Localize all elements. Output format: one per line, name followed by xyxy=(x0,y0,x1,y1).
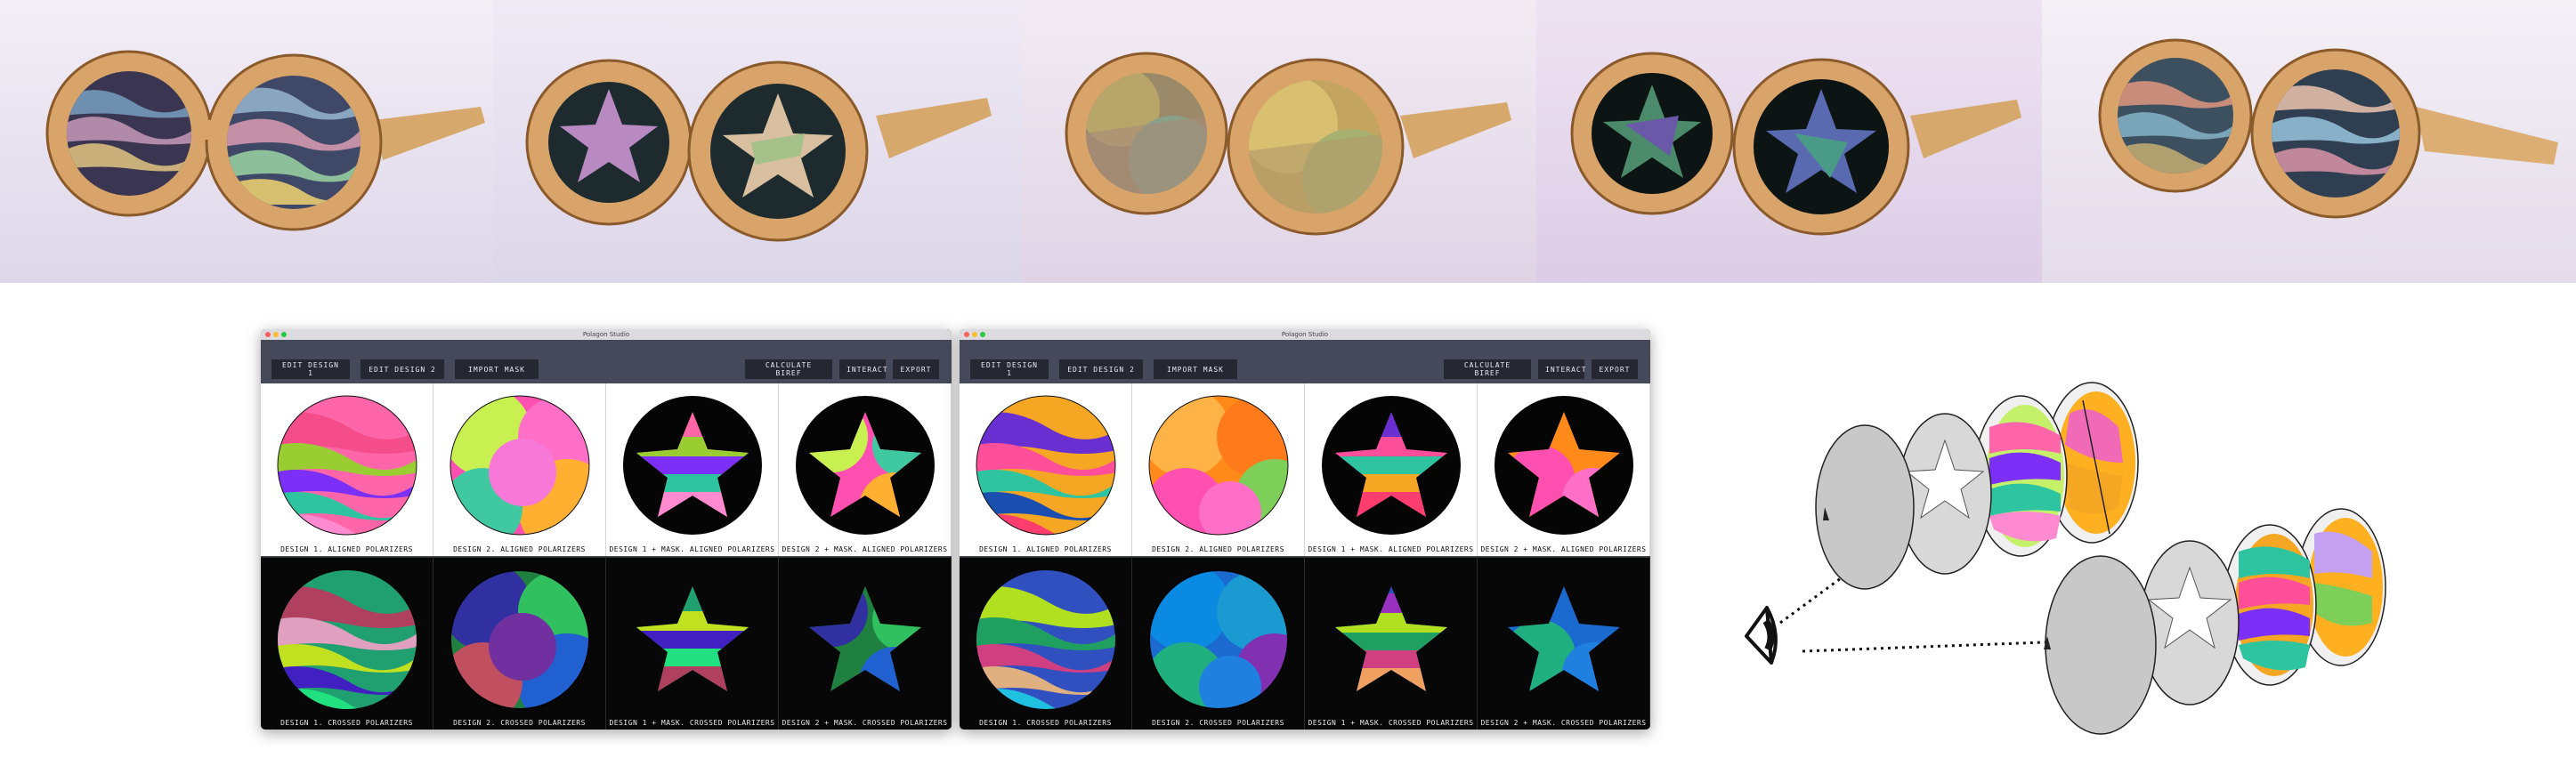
caption: DESIGN 1 + MASK. CROSSED POLARIZERS xyxy=(1308,719,1474,727)
preview-d2-mask-crossed[interactable]: DESIGN 2 + MASK. CROSSED POLARIZERS xyxy=(1478,557,1650,730)
preview-d1-crossed[interactable]: DESIGN 1. CROSSED POLARIZERS xyxy=(261,557,433,730)
preview-d2-crossed[interactable]: DESIGN 2. CROSSED POLARIZERS xyxy=(433,557,606,730)
caption: DESIGN 2 + MASK. ALIGNED POLARIZERS xyxy=(782,545,948,553)
calculate-biref-button[interactable]: CALCULATE BIREF xyxy=(745,359,832,379)
preview-d2-aligned[interactable]: DESIGN 2. ALIGNED POLARIZERS xyxy=(1132,383,1305,556)
preview-d2-mask-crossed[interactable]: DESIGN 2 + MASK. CROSSED POLARIZERS xyxy=(779,557,952,730)
title-bar: Polagon Studio xyxy=(960,329,1650,340)
caption: DESIGN 1 + MASK. CROSSED POLARIZERS xyxy=(609,719,775,727)
preview-d2-aligned[interactable]: DESIGN 2. ALIGNED POLARIZERS xyxy=(433,383,606,556)
preview-grid: DESIGN 1. ALIGNED POLARIZERS DESIGN 2. A… xyxy=(261,383,952,730)
caption: DESIGN 2 + MASK. ALIGNED POLARIZERS xyxy=(1480,545,1647,553)
preview-d2-mask-aligned[interactable]: DESIGN 2 + MASK. ALIGNED POLARIZERS xyxy=(779,383,952,556)
preview-grid: DESIGN 1. ALIGNED POLARIZERS DESIGN 2. A… xyxy=(960,383,1650,730)
photo-glasses-waves-side xyxy=(2042,0,2576,283)
window-title: Polagon Studio xyxy=(1281,331,1329,338)
eye-icon xyxy=(1745,606,1778,665)
caption: DESIGN 2. CROSSED POLARIZERS xyxy=(453,719,586,727)
preview-d2-crossed[interactable]: DESIGN 2. CROSSED POLARIZERS xyxy=(1132,557,1305,730)
import-mask-button[interactable]: IMPORT MASK xyxy=(455,359,539,379)
edit-design-1-button[interactable]: EDIT DESIGN 1 xyxy=(970,359,1049,379)
preview-d1-aligned[interactable]: DESIGN 1. ALIGNED POLARIZERS xyxy=(261,383,433,556)
caption: DESIGN 1 + MASK. ALIGNED POLARIZERS xyxy=(1308,545,1474,553)
export-button[interactable]: EXPORT xyxy=(1592,359,1638,379)
preview-d1-crossed[interactable]: DESIGN 1. CROSSED POLARIZERS xyxy=(960,557,1132,730)
photo-glasses-waves xyxy=(0,0,493,283)
caption: DESIGN 1. ALIGNED POLARIZERS xyxy=(979,545,1112,553)
preview-d1-mask-crossed[interactable]: DESIGN 1 + MASK. CROSSED POLARIZERS xyxy=(1305,557,1478,730)
export-button[interactable]: EXPORT xyxy=(893,359,939,379)
caption: DESIGN 2 + MASK. CROSSED POLARIZERS xyxy=(782,719,948,727)
window-title: Polagon Studio xyxy=(582,331,630,338)
caption: DESIGN 2. ALIGNED POLARIZERS xyxy=(453,545,586,553)
preview-d1-mask-crossed[interactable]: DESIGN 1 + MASK. CROSSED POLARIZERS xyxy=(606,557,779,730)
app-window-1: Polagon Studio EDIT DESIGN 1 EDIT DESIGN… xyxy=(261,329,952,730)
preview-d1-mask-aligned[interactable]: DESIGN 1 + MASK. ALIGNED POLARIZERS xyxy=(606,383,779,556)
layer-diagram xyxy=(1718,329,2572,762)
interact-button[interactable]: INTERACT xyxy=(1538,359,1586,379)
title-bar: Polagon Studio xyxy=(261,329,952,340)
edit-design-2-button[interactable]: EDIT DESIGN 2 xyxy=(1059,359,1143,379)
caption: DESIGN 1. ALIGNED POLARIZERS xyxy=(280,545,413,553)
calculate-biref-button[interactable]: CALCULATE BIREF xyxy=(1444,359,1531,379)
toolbar: EDIT DESIGN 1 EDIT DESIGN 2 IMPORT MASK … xyxy=(261,340,952,383)
photo-glasses-star-dark xyxy=(1536,0,2042,283)
photo-glasses-star xyxy=(493,0,1022,283)
preview-d1-aligned[interactable]: DESIGN 1. ALIGNED POLARIZERS xyxy=(960,383,1132,556)
caption: DESIGN 1. CROSSED POLARIZERS xyxy=(280,719,413,727)
edit-design-2-button[interactable]: EDIT DESIGN 2 xyxy=(360,359,444,379)
edit-design-1-button[interactable]: EDIT DESIGN 1 xyxy=(271,359,350,379)
toolbar: EDIT DESIGN 1 EDIT DESIGN 2 IMPORT MASK … xyxy=(960,340,1650,383)
caption: DESIGN 1 + MASK. ALIGNED POLARIZERS xyxy=(609,545,775,553)
photo-glasses-stained xyxy=(1022,0,1536,283)
import-mask-button[interactable]: IMPORT MASK xyxy=(1154,359,1237,379)
caption: DESIGN 2. ALIGNED POLARIZERS xyxy=(1152,545,1284,553)
caption: DESIGN 2 + MASK. CROSSED POLARIZERS xyxy=(1480,719,1647,727)
interact-button[interactable]: INTERACT xyxy=(839,359,887,379)
preview-d2-mask-aligned[interactable]: DESIGN 2 + MASK. ALIGNED POLARIZERS xyxy=(1478,383,1650,556)
app-window-2: Polagon Studio EDIT DESIGN 1 EDIT DESIGN… xyxy=(960,329,1650,730)
caption: DESIGN 1. CROSSED POLARIZERS xyxy=(979,719,1112,727)
preview-d1-mask-aligned[interactable]: DESIGN 1 + MASK. ALIGNED POLARIZERS xyxy=(1305,383,1478,556)
caption: DESIGN 2. CROSSED POLARIZERS xyxy=(1152,719,1284,727)
